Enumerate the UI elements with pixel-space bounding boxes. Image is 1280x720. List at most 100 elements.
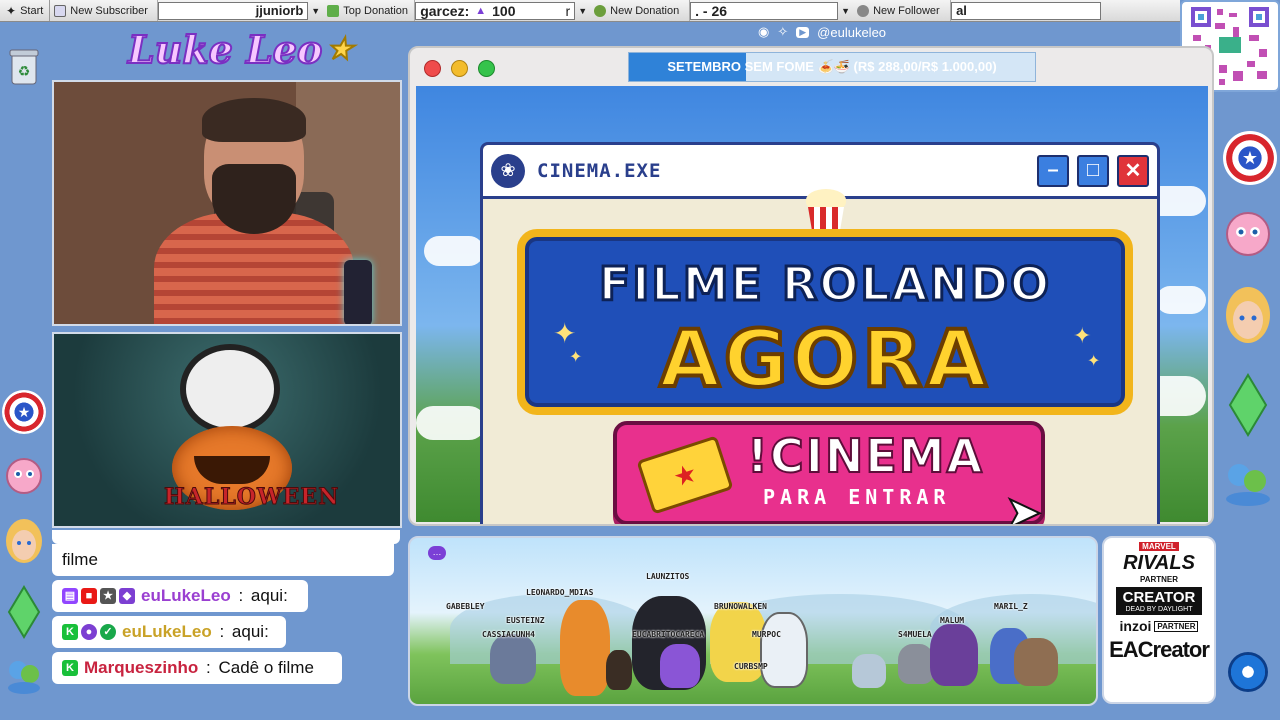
mic-badge-icon: ●	[81, 624, 97, 640]
instagram-icon[interactable]: ◉	[758, 24, 769, 40]
halloween-panel: HALLOWEEN	[52, 332, 402, 528]
new-follower-item[interactable]: New Follower	[853, 0, 952, 21]
top-donation-field: garcez: ▲ 100 r	[415, 1, 576, 20]
new-subscriber-item[interactable]: New Subscriber	[50, 0, 159, 21]
captain-shield-icon: ★	[1222, 130, 1278, 186]
top-donation-item[interactable]: Top Donation	[323, 0, 416, 21]
svg-text:♻: ♻	[18, 63, 31, 79]
goal-text: SETEMBRO SEM FOME 🍝🍜 (R$ 288,00/R$ 1.000…	[667, 59, 997, 74]
verified-badge-icon: ✓	[100, 624, 116, 640]
minimize-dot[interactable]	[451, 59, 468, 77]
halloween-title: HALLOWEEN	[163, 484, 340, 511]
windows-start-icon[interactable]: ❖	[1228, 652, 1268, 692]
cinema-window: ❀ CINEMA.EXE – □ ✕ FILME ROLANDO AGORA ✦…	[480, 142, 1160, 526]
webcam-feed	[52, 80, 402, 326]
kick-badge-icon: K	[62, 624, 78, 640]
chevron-down-icon[interactable]: ▼	[575, 6, 590, 16]
now-playing-marquee: FILME ROLANDO AGORA ✦ ✦ ✦ ✦	[517, 229, 1133, 415]
money-bag-icon	[594, 4, 607, 17]
plumbob-icon	[1226, 372, 1270, 438]
chat-panel: filme ▤ ■ ★ ◆ euLukeLeo : aqui: K ● ✓ eu…	[52, 530, 400, 706]
minimize-button[interactable]: –	[1037, 154, 1069, 187]
donation-icon	[327, 4, 340, 17]
star-icon: ★	[326, 31, 354, 67]
chat-message: ▤ ■ ★ ◆ euLukeLeo : aqui:	[52, 580, 308, 612]
viewer-name: LAUNZITOS	[646, 572, 690, 581]
streamer-logo: Luke Leo ★	[127, 26, 354, 73]
bits-icon: ▲	[475, 4, 487, 17]
maximize-button[interactable]: □	[1077, 154, 1109, 187]
chat-message: K Marqueszinho : Cadê o filme	[52, 652, 342, 684]
donation-goal-bar: SETEMBRO SEM FOME 🍝🍜 (R$ 288,00/R$ 1.000…	[628, 52, 1036, 82]
film-reel-icon: ❀	[491, 153, 525, 188]
cinema-command-button[interactable]: ★ !CINEMA PARA ENTRAR	[613, 421, 1045, 524]
ea-creator-logo: EACreator	[1109, 637, 1210, 662]
panda-character	[180, 344, 280, 434]
twitter-icon[interactable]: ✧	[777, 24, 788, 40]
chat-message: filme	[52, 544, 394, 576]
chat-username[interactable]: euLukeLeo	[122, 622, 212, 642]
streamer-figure	[154, 98, 354, 324]
start-button[interactable]: ✦ Start	[0, 0, 51, 21]
new-follower-field: al	[951, 1, 1102, 20]
close-button[interactable]: ✕	[1117, 154, 1149, 187]
pokemon-scene: … LAUNZITOS LEONARDO_MDIAS GABEBLEY EUST…	[408, 536, 1098, 706]
start-icon: ✦	[6, 3, 17, 18]
sub-badge-icon: ◆	[119, 588, 135, 604]
marvel-logo: MARVEL	[1139, 542, 1179, 551]
sparkle-icon: ✦	[553, 318, 577, 349]
viewer-name: LEONARDO_MDIAS	[526, 588, 594, 597]
chevron-down-icon[interactable]: ▼	[308, 6, 323, 16]
chat-username[interactable]: Marqueszinho	[84, 658, 198, 678]
close-dot[interactable]	[424, 59, 441, 77]
sponsor-panel: MARVEL RIVALS PARTNER CREATOR DEAD BY DA…	[1102, 536, 1216, 704]
rivals-partner-label: PARTNER	[1139, 575, 1179, 584]
window-content: ❀ CINEMA.EXE – □ ✕ FILME ROLANDO AGORA ✦…	[416, 86, 1208, 524]
chat-username[interactable]: euLukeLeo	[141, 586, 231, 606]
viewer-name: BRUNOWALKEN	[714, 602, 767, 611]
viewer-name: CURBSMP	[734, 662, 768, 671]
cinema-command-label: !CINEMA	[746, 428, 985, 484]
viewer-name: GABEBLEY	[446, 602, 485, 611]
rivals-logo: RIVALS	[1123, 552, 1195, 574]
plumbob-icon	[4, 584, 44, 640]
twitch-badge-icon: ▤	[62, 588, 78, 604]
captain-shield-icon: ★	[0, 388, 48, 436]
blonde-avatar-icon	[1220, 284, 1276, 350]
youtube-icon[interactable]: ▶	[796, 26, 810, 38]
cinema-command-sublabel: PARA ENTRAR	[763, 485, 951, 509]
viewer-name: CASSIACUNH4	[482, 630, 535, 639]
follower-icon	[857, 4, 870, 17]
cinema-window-title: CINEMA.EXE	[537, 159, 662, 182]
inzoi-logo: inzoi PARTNER	[1120, 618, 1199, 634]
viewer-name: MARIL_Z	[994, 602, 1028, 611]
pointer-cursor-icon: ➤	[1004, 487, 1043, 526]
dbd-creator-logo: CREATOR DEAD BY DAYLIGHT	[1116, 587, 1202, 615]
maximize-dot[interactable]	[478, 59, 495, 77]
recycle-bin-icon[interactable]: ♻	[4, 44, 44, 88]
sparkle-icon: ✦	[1087, 353, 1101, 370]
viewer-name: MURPOC	[752, 630, 781, 639]
chat-message: K ● ✓ euLukeLeo : aqui:	[52, 616, 286, 648]
chevron-down-icon[interactable]: ▼	[838, 6, 853, 16]
viewer-name: S4MUELA	[898, 630, 932, 639]
blonde-avatar-icon	[0, 516, 48, 568]
new-donation-field: . - 26	[690, 1, 839, 20]
microphone	[344, 260, 372, 324]
viewer-name: EUCABRITOCARECA	[632, 630, 705, 639]
broadcaster-badge-icon: ■	[81, 588, 97, 604]
new-donation-item[interactable]: New Donation	[590, 0, 691, 21]
chat-bubble-icon: …	[428, 546, 446, 560]
ticket-icon: ★	[636, 435, 734, 515]
kick-badge-icon: K	[62, 660, 78, 676]
messenger-icon	[0, 652, 48, 700]
messenger-icon	[1218, 456, 1278, 512]
jigglypuff-icon	[0, 450, 48, 498]
new-subscriber-field: jjuniorb	[158, 1, 309, 20]
viewer-name: MALUM	[940, 616, 965, 625]
social-handle: @eulukeleo	[817, 24, 887, 40]
viewer-name: EUSTEINZ	[506, 616, 545, 625]
mod-badge-icon: ★	[100, 588, 116, 604]
social-links: ◉ ✧ ▶ @eulukeleo	[758, 24, 886, 40]
headline-top: FILME ROLANDO	[597, 256, 1052, 313]
